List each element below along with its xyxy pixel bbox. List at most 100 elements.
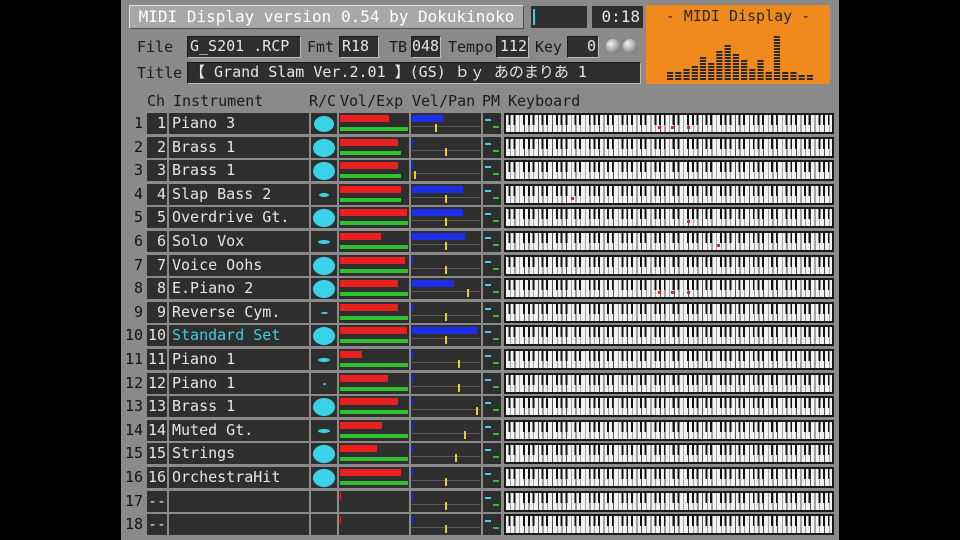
rc-indicator	[311, 372, 337, 394]
instrument-name[interactable]: Brass 1	[169, 396, 309, 418]
pan-track	[412, 173, 480, 175]
piano-keyboard	[504, 113, 834, 134]
channel-row[interactable]: 3 3 Brass 1	[121, 159, 839, 182]
instrument-name[interactable]: Solo Vox	[169, 231, 309, 252]
instrument-name[interactable]: Overdrive Gt.	[169, 207, 309, 229]
channel-number: 2	[147, 136, 167, 158]
velocity-bar	[412, 138, 413, 146]
channel-number: --	[147, 514, 167, 536]
channel-row[interactable]: 10 10 Standard Set	[121, 324, 839, 347]
volume-bar	[340, 256, 405, 264]
level-bar-segment	[790, 78, 797, 80]
piano-keys	[506, 233, 832, 250]
level-bar-segment	[724, 45, 731, 47]
instrument-name[interactable]: Reverse Cym.	[169, 301, 309, 323]
level-bar-segment	[675, 72, 682, 74]
channel-number: 4	[147, 183, 167, 205]
piano-keyboard	[504, 514, 834, 536]
level-bar-segment	[773, 54, 781, 56]
level-bar-segment	[773, 72, 781, 74]
instrument-name[interactable]	[169, 514, 309, 536]
level-bar-segment	[741, 75, 748, 77]
rc-indicator	[311, 183, 337, 205]
ball-button-left[interactable]	[606, 39, 620, 53]
channel-row[interactable]: 16 16 OrchestraHit	[121, 466, 839, 489]
channel-row[interactable]: 7 7 Voice Oohs	[121, 254, 839, 277]
col-vel-pan: Vel/Pan	[412, 92, 476, 110]
instrument-name[interactable]: Piano 1	[169, 372, 309, 394]
piano-keys	[506, 351, 832, 368]
channel-row[interactable]: 15 15 Strings	[121, 442, 839, 465]
instrument-name[interactable]: Standard Set	[169, 325, 309, 347]
pm-mark	[493, 362, 499, 364]
volume-bar	[340, 185, 401, 193]
rc-indicator	[311, 231, 337, 252]
channel-row[interactable]: 9 9 Reverse Cym.	[121, 301, 839, 324]
channel-row[interactable]: 6 6 Solo Vox	[121, 230, 839, 253]
progress-fill	[533, 9, 535, 25]
level-bar-segment	[724, 66, 731, 68]
instrument-name[interactable]	[169, 490, 309, 512]
vel-pan-meter	[411, 183, 481, 205]
row-number: 14	[124, 420, 143, 439]
channel-row[interactable]: 13 13 Brass 1	[121, 395, 839, 418]
playback-progress-bar[interactable]	[531, 6, 587, 28]
rc-indicator	[311, 301, 337, 323]
channel-row[interactable]: 1 1 Piano 3	[121, 112, 839, 135]
channel-row[interactable]: 14 14 Muted Gt.	[121, 419, 839, 442]
level-bar-segment	[691, 75, 698, 77]
pm-mark	[493, 527, 499, 530]
midi-display-window: MIDI Display version 0.54 by Dokukinoko …	[121, 0, 839, 540]
level-bar-segment	[667, 78, 674, 80]
instrument-name[interactable]: Voice Oohs	[169, 254, 309, 276]
piano-keyboard	[504, 231, 834, 252]
instrument-name[interactable]: Slap Bass 2	[169, 183, 309, 205]
level-bar-segment	[782, 72, 789, 74]
channel-row[interactable]: 18 --	[121, 513, 839, 536]
piano-keys	[506, 516, 832, 534]
level-bar-segment	[741, 78, 748, 80]
channel-row[interactable]: 4 4 Slap Bass 2	[121, 183, 839, 206]
row-number: 13	[124, 397, 143, 416]
instrument-name[interactable]: Piano 3	[169, 113, 309, 134]
instrument-name[interactable]: Brass 1	[169, 160, 309, 182]
channel-row[interactable]: 17 --	[121, 490, 839, 513]
channel-number: 10	[147, 325, 167, 347]
rc-dot	[313, 469, 335, 487]
channel-number: 14	[147, 419, 167, 441]
level-bar-segment	[741, 69, 748, 71]
level-bar-segment	[691, 69, 698, 71]
channel-row[interactable]: 8 8 E.Piano 2	[121, 277, 839, 300]
vel-pan-meter	[411, 325, 481, 347]
row-number: 2	[133, 137, 143, 156]
instrument-name[interactable]: Strings	[169, 443, 309, 465]
channel-row[interactable]: 2 2 Brass 1	[121, 136, 839, 159]
channel-row[interactable]: 11 11 Piano 1	[121, 348, 839, 371]
level-bar-segment	[724, 60, 731, 62]
pan-track	[412, 456, 480, 458]
velocity-bar	[412, 421, 413, 429]
ball-button-right[interactable]	[623, 39, 637, 53]
channel-row[interactable]: 5 5 Overdrive Gt.	[121, 206, 839, 229]
instrument-name[interactable]: Brass 1	[169, 136, 309, 158]
pm-indicator	[483, 467, 501, 488]
instrument-name[interactable]: Muted Gt.	[169, 419, 309, 441]
velocity-bar	[412, 280, 454, 288]
channel-number: 12	[147, 372, 167, 394]
pm-indicator	[483, 254, 501, 276]
pm-indicator	[483, 325, 501, 347]
song-title-field: 【 Grand Slam Ver.2.01 】(GS) ｂｙ あのまりあ 1	[187, 62, 641, 84]
level-bar-segment	[749, 72, 756, 74]
pm-indicator	[483, 443, 501, 465]
level-bar-segment	[757, 72, 764, 74]
level-bar-segment	[741, 72, 748, 74]
instrument-name[interactable]: E.Piano 2	[169, 278, 309, 300]
instrument-name[interactable]: OrchestraHit	[169, 467, 309, 488]
velocity-bar	[412, 516, 413, 524]
volume-bar	[340, 280, 398, 288]
piano-keyboard	[504, 136, 834, 158]
channel-row[interactable]: 12 12 Piano 1	[121, 372, 839, 395]
level-bar-segment	[732, 63, 739, 65]
instrument-name[interactable]: Piano 1	[169, 349, 309, 370]
active-note	[658, 126, 661, 129]
